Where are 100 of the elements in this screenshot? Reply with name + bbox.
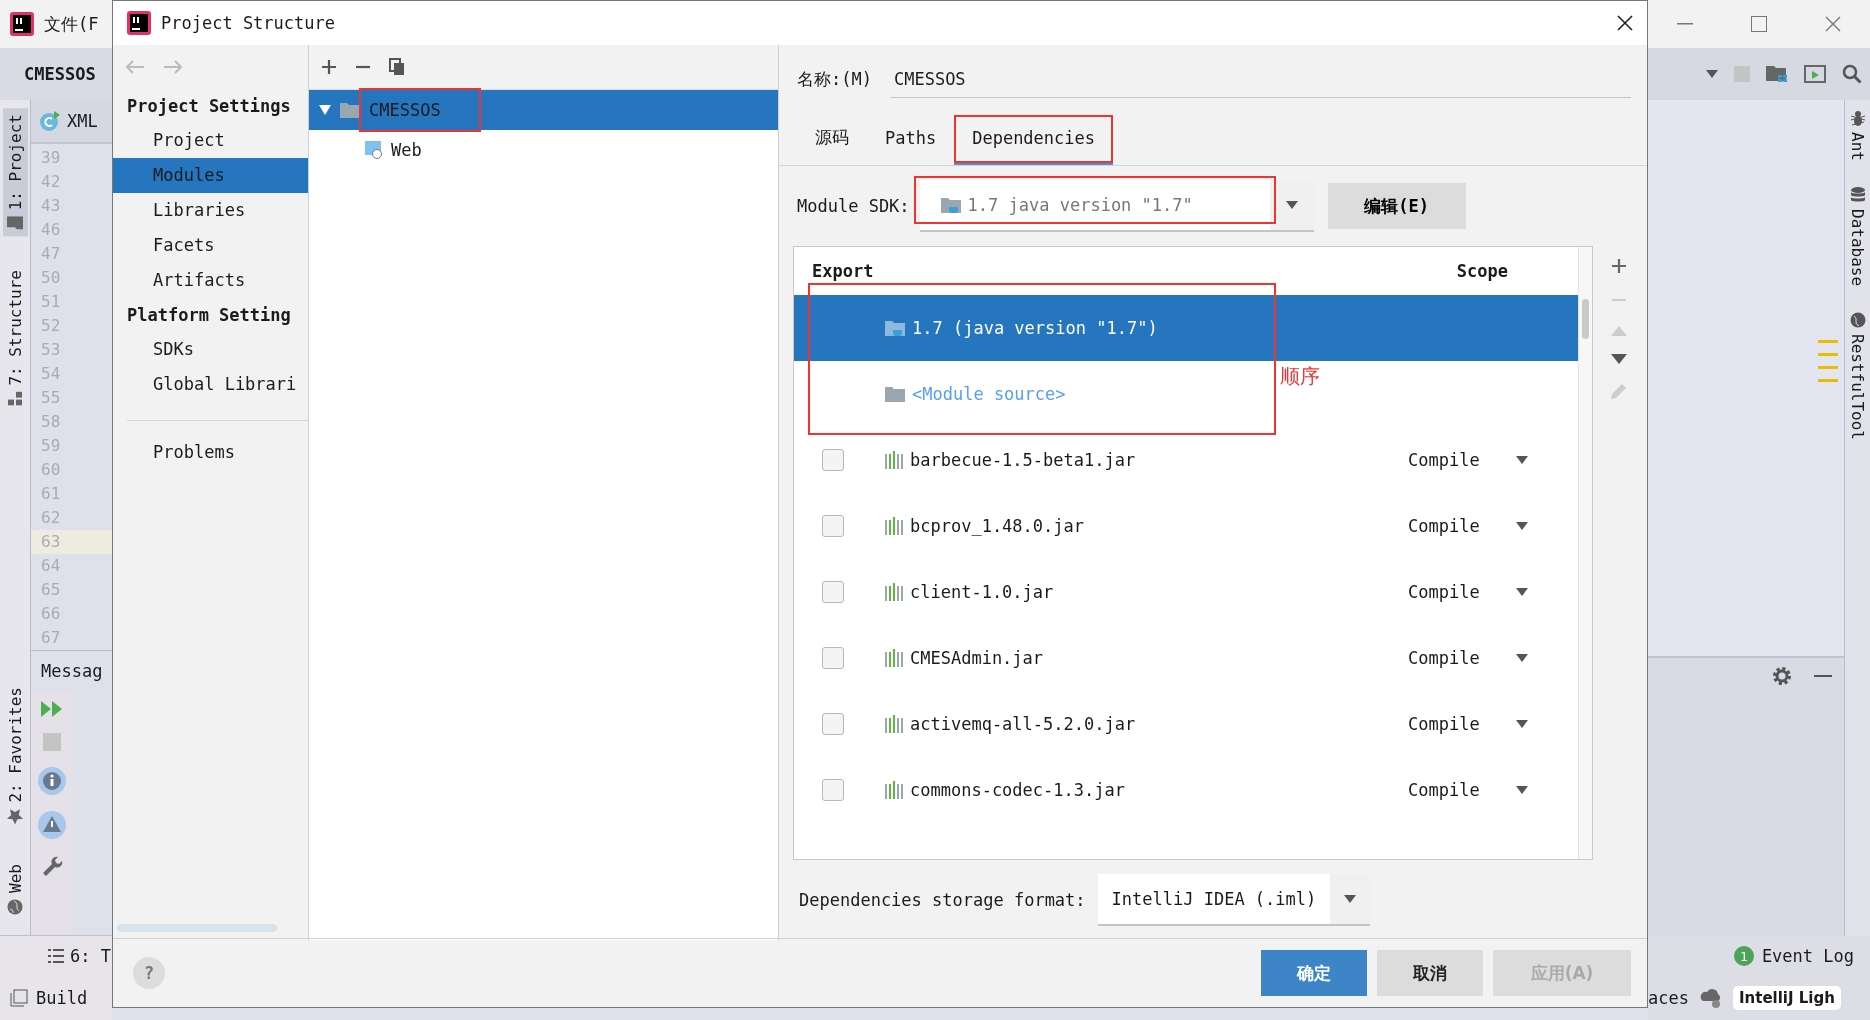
export-checkbox[interactable] (822, 647, 844, 669)
rerun-icon[interactable] (41, 701, 63, 717)
table-row[interactable]: client-1.0.jar Compile (794, 559, 1578, 625)
ant-icon (1849, 110, 1866, 126)
library-bars-icon (884, 451, 904, 469)
scrollbar-thumb[interactable] (117, 924, 277, 932)
source-folder-icon (884, 385, 906, 403)
table-row[interactable]: barbecue-1.5-beta1.jar Compile (794, 427, 1578, 493)
dropdown-caret-icon (1515, 786, 1528, 794)
tool-window-tab[interactable]: 1: Project (2, 108, 28, 237)
settings-icon[interactable] (1772, 666, 1792, 686)
tab[interactable]: Paths (867, 113, 955, 165)
library-bars-icon (884, 781, 904, 799)
star-icon (7, 808, 23, 825)
section-header: Project Settings (126, 95, 292, 118)
dropdown-caret-icon (1515, 522, 1528, 530)
tab[interactable]: Dependencies (954, 113, 1113, 165)
export-checkbox[interactable] (822, 713, 844, 735)
window-icon (10, 989, 28, 1007)
name-field[interactable]: CMESSOS (889, 60, 1631, 98)
scope-dropdown[interactable]: Compile (1408, 780, 1480, 800)
dialog-button[interactable]: 取消 (1377, 950, 1483, 996)
close-icon[interactable] (1617, 15, 1633, 31)
table-row[interactable]: activemq-all-5.2.0.jar Compile (794, 691, 1578, 757)
nav-item[interactable]: Project (113, 123, 308, 158)
copy-icon[interactable] (389, 58, 405, 76)
event-log-tab[interactable]: Event Log (1761, 946, 1854, 966)
dropdown-caret-icon (1515, 720, 1528, 728)
editor-tab[interactable]: XML (67, 111, 98, 131)
info-icon[interactable] (38, 767, 66, 795)
database-icon (1849, 186, 1866, 203)
expand-arrow-icon[interactable] (319, 104, 331, 116)
maximize-icon[interactable] (1751, 16, 1767, 32)
project-structure-icon[interactable] (1766, 65, 1788, 83)
dependency-name: barbecue-1.5-beta1.jar (910, 450, 1136, 470)
nav-item[interactable]: SDKs (113, 332, 308, 367)
error-stripe-mark (1818, 353, 1838, 356)
export-checkbox[interactable] (822, 515, 844, 537)
tree-item[interactable]: CMESSOS (309, 90, 778, 130)
folder-icon (7, 216, 23, 231)
wrench-icon[interactable] (41, 855, 63, 877)
dependency-name: client-1.0.jar (910, 582, 1054, 602)
tool-window-tab[interactable]: 6: T (70, 946, 111, 966)
tool-window-tab[interactable]: Database (1848, 186, 1867, 286)
error-stripe-mark (1818, 379, 1838, 382)
nav-item[interactable]: Libraries (113, 193, 308, 228)
table-row[interactable]: CMESAdmin.jar Compile (794, 625, 1578, 691)
nav-item[interactable]: Artifacts (113, 263, 308, 298)
dialog-button[interactable]: 确定 (1261, 950, 1367, 996)
table-row[interactable]: 顺序 <Module source> (794, 361, 1578, 427)
dependency-name: 1.7 (java version "1.7") (912, 318, 1158, 338)
nav-item[interactable]: Facets (113, 228, 308, 263)
export-checkbox[interactable] (822, 581, 844, 603)
dialog-title: Project Structure (161, 13, 336, 33)
add-icon[interactable] (1611, 258, 1627, 274)
cloud-gear-icon[interactable] (1698, 987, 1723, 1009)
export-checkbox[interactable] (822, 449, 844, 471)
dependency-name: commons-codec-1.3.jar (910, 780, 1125, 800)
tool-window-tab[interactable]: 2: Favorites (2, 680, 28, 831)
export-checkbox[interactable] (822, 779, 844, 801)
dependency-name: CMESAdmin.jar (910, 648, 1044, 668)
edit-button[interactable]: 编辑(E) (1327, 183, 1466, 229)
scope-dropdown[interactable]: Compile (1408, 714, 1480, 734)
web-module-icon (365, 141, 383, 159)
scope-dropdown[interactable]: Compile (1408, 582, 1480, 602)
run-window-icon[interactable] (1804, 65, 1826, 83)
tree-item[interactable]: Web (309, 130, 778, 170)
field-label: Module SDK: (797, 196, 910, 216)
list-icon (48, 949, 64, 963)
scope-dropdown[interactable]: Compile (1408, 516, 1480, 536)
tab[interactable]: 源码 (797, 113, 867, 165)
field-label: 名称:(M) (797, 67, 872, 91)
tool-window-tab[interactable]: 7: Structure (2, 264, 28, 412)
table-row[interactable]: 1.7 (java version "1.7") (794, 295, 1578, 361)
column-header: Scope (1456, 261, 1508, 281)
table-row[interactable]: bcprov_1.48.0.jar Compile (794, 493, 1578, 559)
warning-icon[interactable] (38, 811, 66, 839)
tool-window-tab[interactable]: RestfulTool (1848, 311, 1867, 440)
tool-window-tab[interactable]: Ant (1848, 110, 1867, 161)
search-icon[interactable] (1842, 64, 1862, 84)
field-label: Dependencies storage format: (799, 890, 1086, 910)
scrollbar-thumb[interactable] (1582, 299, 1589, 339)
table-row[interactable]: commons-codec-1.3.jar Compile (794, 757, 1578, 823)
nav-item[interactable]: Modules (113, 158, 308, 193)
add-icon[interactable] (321, 59, 337, 75)
move-down-icon[interactable] (1611, 354, 1627, 364)
dropdown-caret-icon (1515, 588, 1528, 596)
nav-item[interactable]: Problems (113, 435, 308, 470)
class-icon (39, 110, 61, 132)
nav-item[interactable]: Global Librari (113, 367, 308, 402)
tool-window-tab[interactable]: Web (2, 858, 28, 921)
scope-dropdown[interactable]: Compile (1408, 450, 1480, 470)
library-bars-icon (884, 517, 904, 535)
notification-badge: 1 (1733, 946, 1754, 966)
dropdown-caret-icon (1706, 70, 1718, 78)
storage-format-dropdown[interactable]: IntelliJ IDEA (.iml) (1097, 874, 1371, 926)
dropdown-caret-icon (1515, 456, 1528, 464)
dependency-name: <Module source> (912, 384, 1066, 404)
theme-badge: IntelliJ Ligh (1732, 986, 1841, 1010)
scope-dropdown[interactable]: Compile (1408, 648, 1480, 668)
